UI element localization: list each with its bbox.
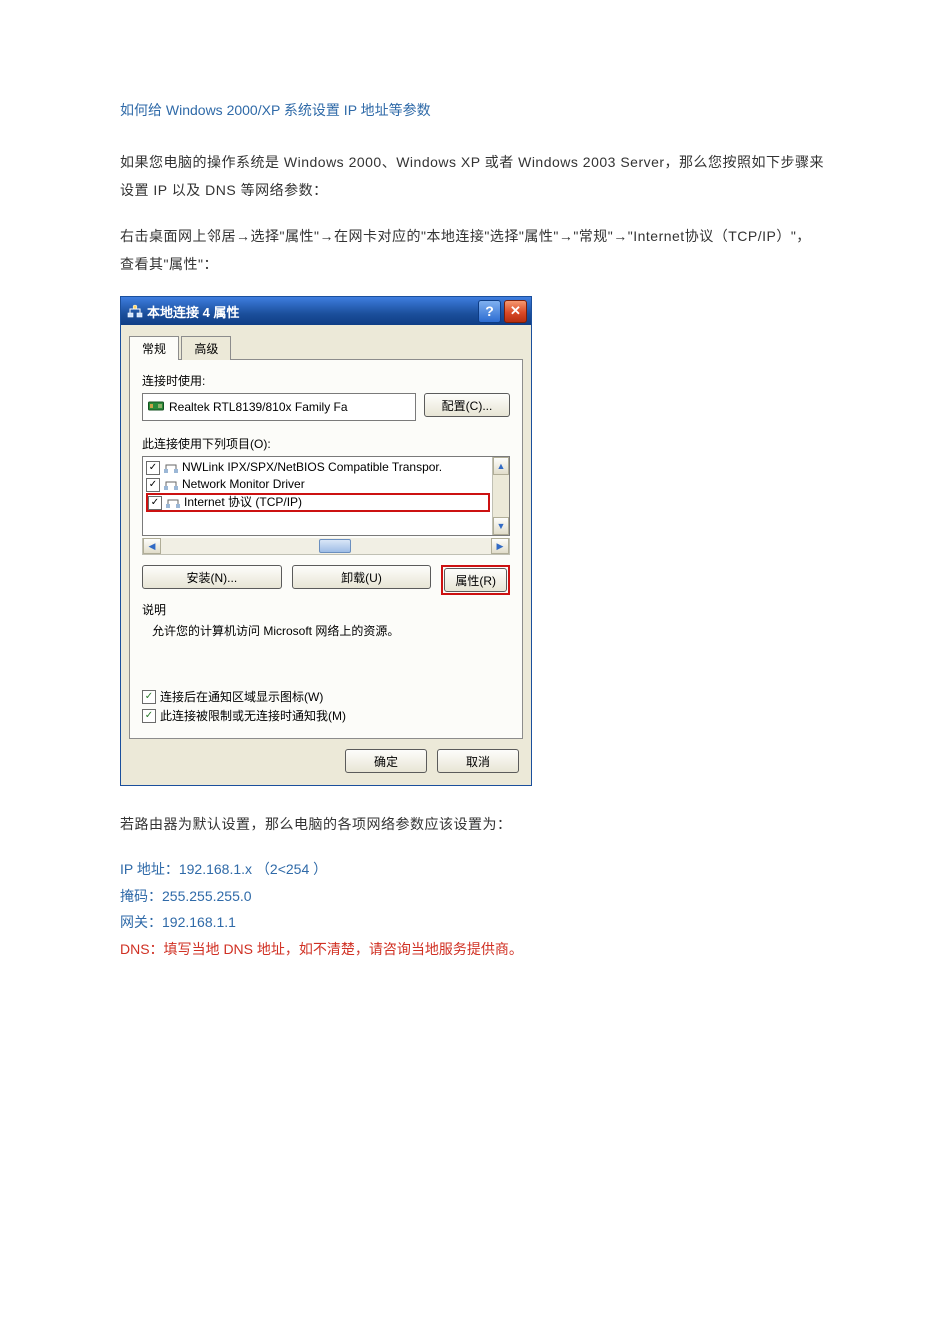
list-item-label: Internet 协议 (TCP/IP) bbox=[184, 494, 302, 511]
items-inner: ✓ NWLink IPX/SPX/NetBIOS Compatible Tran… bbox=[143, 457, 493, 535]
protocol-icon bbox=[164, 479, 178, 491]
list-item-tcpip[interactable]: ✓ Internet 协议 (TCP/IP) bbox=[146, 493, 490, 512]
uninstall-button[interactable]: 卸载(U) bbox=[292, 565, 432, 589]
paragraph-intro: 如果您电脑的操作系统是 Windows 2000、Windows XP 或者 W… bbox=[120, 148, 825, 204]
checkbox-icon[interactable]: ✓ bbox=[142, 690, 156, 704]
install-button[interactable]: 安装(N)... bbox=[142, 565, 282, 589]
items-label: 此连接使用下列项目(O): bbox=[142, 435, 510, 452]
dialog-title: 本地连接 4 属性 bbox=[127, 302, 239, 321]
adapter-row: Realtek RTL8139/810x Family Fa 配置(C)... bbox=[142, 393, 510, 421]
scroll-left-icon[interactable]: ◀ bbox=[143, 538, 161, 554]
dialog-title-text: 本地连接 4 属性 bbox=[147, 302, 239, 321]
horizontal-scrollbar[interactable]: ◀ ▶ bbox=[142, 538, 510, 555]
item-buttons-row: 安装(N)... 卸载(U) 属性(R) bbox=[142, 565, 510, 595]
checkbox-icon[interactable]: ✓ bbox=[148, 496, 162, 510]
connect-using-label: 连接时使用: bbox=[142, 372, 510, 389]
paragraph-steps: 右击桌面网上邻居→选择"属性"→在网卡对应的"本地连接"选择"属性"→"常规"→… bbox=[120, 222, 825, 278]
article-heading: 如何给 Windows 2000/XP 系统设置 IP 地址等参数 bbox=[120, 100, 825, 120]
protocol-icon bbox=[164, 462, 178, 474]
scroll-track[interactable] bbox=[161, 538, 491, 554]
scroll-thumb[interactable] bbox=[319, 539, 351, 553]
param-gw: 网关：192.168.1.1 bbox=[120, 909, 825, 936]
tab-general[interactable]: 常规 bbox=[129, 336, 179, 360]
adapter-name: Realtek RTL8139/810x Family Fa bbox=[169, 400, 348, 414]
dialog-titlebar[interactable]: 本地连接 4 属性 ? ✕ bbox=[121, 297, 531, 325]
properties-button[interactable]: 属性(R) bbox=[444, 568, 507, 592]
param-ip: IP 地址：192.168.1.x （2<254 ） bbox=[120, 856, 825, 883]
checkbox-label: 连接后在通知区域显示图标(W) bbox=[160, 688, 323, 705]
param-dns: DNS：填写当地 DNS 地址，如不清楚，请咨询当地服务提供商。 bbox=[120, 936, 825, 963]
description-label: 说明 bbox=[142, 601, 510, 618]
list-item[interactable]: ✓ NWLink IPX/SPX/NetBIOS Compatible Tran… bbox=[146, 459, 490, 476]
protocol-icon bbox=[166, 497, 180, 509]
scroll-down-icon[interactable]: ▼ bbox=[493, 517, 509, 535]
dialog-footer: 确定 取消 bbox=[129, 739, 523, 775]
list-item[interactable]: ✓ Network Monitor Driver bbox=[146, 476, 490, 493]
dialog-body: 常规 高级 连接时使用: Realtek RTL8139/810x Family… bbox=[121, 325, 531, 785]
nic-icon bbox=[148, 399, 164, 416]
list-item-label: NWLink IPX/SPX/NetBIOS Compatible Transp… bbox=[182, 459, 442, 476]
checkbox-icon[interactable]: ✓ bbox=[142, 709, 156, 723]
items-listbox[interactable]: ✓ NWLink IPX/SPX/NetBIOS Compatible Tran… bbox=[142, 456, 510, 536]
close-button[interactable]: ✕ bbox=[504, 300, 527, 323]
checkbox-label: 此连接被限制或无连接时通知我(M) bbox=[160, 707, 346, 724]
connection-icon bbox=[127, 303, 143, 319]
notify-limited-checkbox[interactable]: ✓ 此连接被限制或无连接时通知我(M) bbox=[142, 707, 510, 724]
tab-panel-general: 连接时使用: Realtek RTL8139/810x Family Fa 配置… bbox=[129, 359, 523, 739]
ok-button[interactable]: 确定 bbox=[345, 749, 427, 773]
param-mask: 掩码：255.255.255.0 bbox=[120, 883, 825, 910]
tab-strip: 常规 高级 bbox=[129, 335, 523, 359]
list-item-label: Network Monitor Driver bbox=[182, 476, 305, 493]
description-text: 允许您的计算机访问 Microsoft 网络上的资源。 bbox=[142, 620, 510, 686]
configure-button[interactable]: 配置(C)... bbox=[424, 393, 510, 417]
paragraph-params-intro: 若路由器为默认设置，那么电脑的各项网络参数应该设置为： bbox=[120, 810, 825, 838]
checkbox-icon[interactable]: ✓ bbox=[146, 478, 160, 492]
scroll-up-icon[interactable]: ▲ bbox=[493, 457, 509, 475]
titlebar-buttons: ? ✕ bbox=[478, 300, 527, 323]
scroll-right-icon[interactable]: ▶ bbox=[491, 538, 509, 554]
tab-advanced[interactable]: 高级 bbox=[181, 336, 231, 360]
adapter-field: Realtek RTL8139/810x Family Fa bbox=[142, 393, 416, 421]
cancel-button[interactable]: 取消 bbox=[437, 749, 519, 773]
properties-dialog: 本地连接 4 属性 ? ✕ 常规 高级 连接时使用: Real bbox=[120, 296, 532, 786]
properties-highlight: 属性(R) bbox=[441, 565, 510, 595]
checkbox-icon[interactable]: ✓ bbox=[146, 461, 160, 475]
document-page: 如何给 Windows 2000/XP 系统设置 IP 地址等参数 如果您电脑的… bbox=[0, 0, 945, 1337]
vertical-scrollbar[interactable]: ▲ ▼ bbox=[492, 457, 509, 535]
show-icon-checkbox[interactable]: ✓ 连接后在通知区域显示图标(W) bbox=[142, 688, 510, 705]
help-button[interactable]: ? bbox=[478, 300, 501, 323]
